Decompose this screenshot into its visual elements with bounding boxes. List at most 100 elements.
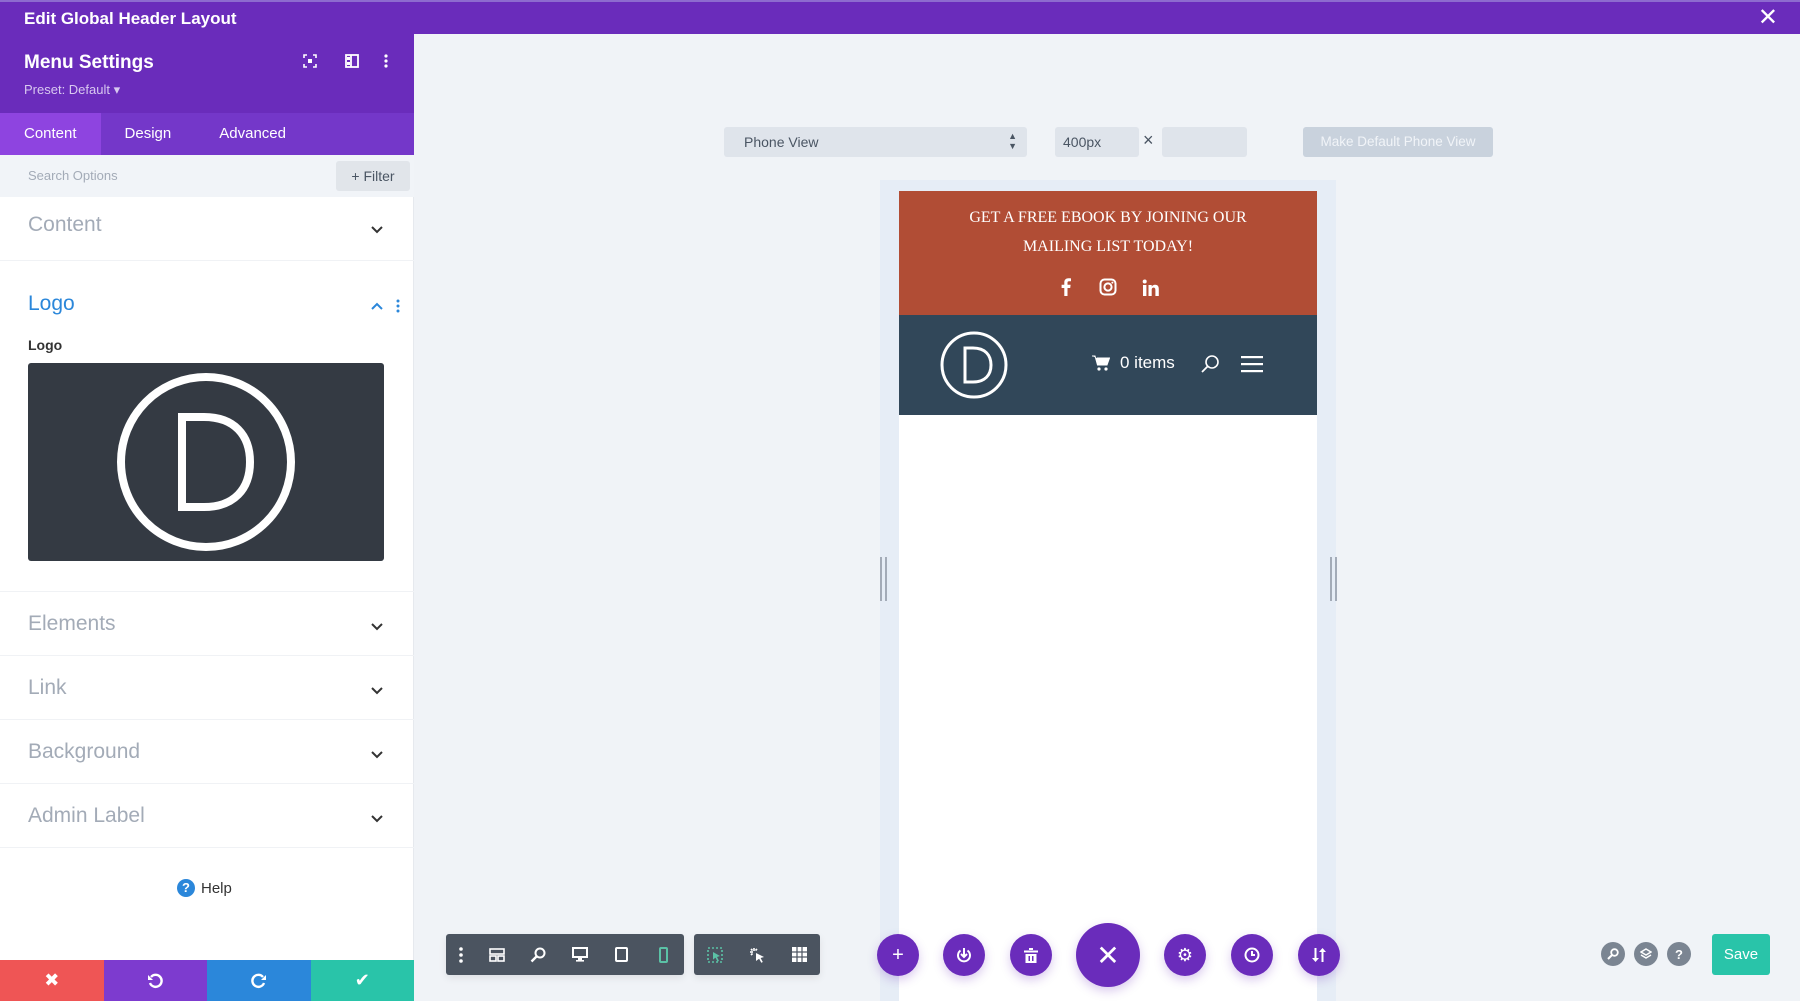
instagram-icon[interactable] [1098,277,1118,297]
chevron-down-icon [371,226,383,234]
facebook-icon[interactable] [1056,277,1076,297]
make-default-view-button[interactable]: Make Default Phone View [1303,127,1493,157]
add-button[interactable]: + [877,934,919,976]
click-mode-button[interactable] [736,934,778,975]
phone-icon [658,946,668,963]
close-icon: ✕ [1096,939,1120,971]
phone-preview: GET A FREE EBOOK BY JOINING OUR MAILING … [899,191,1317,1001]
help-icon: ? [1675,946,1683,962]
tablet-view-button[interactable] [601,934,643,975]
help-label: Help [201,879,232,897]
history-icon [1244,947,1260,963]
viewport-select[interactable]: Phone View ▲ ▼ [724,127,1027,157]
more-vertical-icon [459,946,463,963]
undo-button[interactable] [103,960,207,1001]
more-vertical-icon[interactable] [396,299,400,313]
more-vertical-icon[interactable] [376,54,396,74]
window-titlebar: Edit Global Header Layout ✕ [0,0,1800,34]
layers-icon [1640,948,1652,959]
grid-view-button[interactable] [778,934,820,975]
page-settings-button[interactable]: ⚙ [1164,934,1206,976]
help-button[interactable]: ? [1667,942,1691,966]
sort-button[interactable] [1298,934,1340,976]
portability-icon [957,948,971,963]
search-icon[interactable] [1200,354,1220,374]
preset-dropdown[interactable]: Preset: Default ▾ [24,82,120,98]
sidebar-actions: ✖ ✔ [0,960,414,1001]
history-button[interactable] [1231,934,1273,976]
tab-design[interactable]: Design [101,113,196,155]
window-title: Edit Global Header Layout [24,9,237,28]
select-mode-icon [707,946,723,963]
section-label: Admin Label [28,804,145,827]
cart-icon [1092,355,1110,371]
redo-button[interactable] [207,960,311,1001]
tablet-icon [615,947,629,962]
toolbar-more-button[interactable] [446,934,476,975]
save-button[interactable]: Save [1712,934,1770,975]
desktop-icon [571,947,588,962]
section-label: Content [28,213,102,236]
phone-view-button[interactable] [642,934,684,975]
cart-link[interactable]: 0 items [1092,353,1175,373]
zoom-view-button[interactable] [517,934,559,975]
section-label: Link [28,676,67,699]
exit-builder-button[interactable]: ✕ [1076,923,1140,987]
find-replace-button[interactable] [1601,942,1625,966]
promo-bar: GET A FREE EBOOK BY JOINING OUR MAILING … [899,191,1317,315]
close-icon[interactable]: ✕ [1758,6,1778,30]
resize-handle-right[interactable] [1330,557,1338,601]
section-background[interactable]: Background [0,720,414,784]
section-elements[interactable]: Elements [0,592,414,656]
settings-icon: ⚙ [1176,944,1194,965]
desktop-view-button[interactable] [559,934,601,975]
section-link[interactable]: Link [0,656,414,720]
filter-button[interactable]: + Filter [336,161,410,191]
settings-tabs: Content Design Advanced [0,113,414,155]
site-header: 0 items [899,315,1317,415]
chevron-up-icon[interactable] [370,299,384,313]
tab-content[interactable]: Content [0,113,101,155]
hamburger-menu-icon[interactable] [1241,355,1263,373]
wireframe-icon [488,947,505,962]
delete-button[interactable] [1010,934,1052,976]
portability-button[interactable] [943,934,985,976]
site-logo[interactable] [940,331,1008,399]
redo-icon [251,973,266,988]
section-label: Background [28,740,141,763]
help-link[interactable]: ? Help [177,879,232,897]
resize-handle-left[interactable] [880,557,888,601]
select-mode-button[interactable] [694,934,736,975]
cart-count: 0 items [1120,353,1175,372]
chevron-down-icon [371,623,383,631]
zoom-icon [530,947,546,962]
social-links [899,277,1317,297]
section-label[interactable]: Logo [28,292,75,316]
viewport-width-input[interactable]: 400px [1055,127,1139,157]
undo-icon [148,973,163,988]
wireframe-view-button[interactable] [476,934,518,975]
divi-logo-icon [117,373,295,551]
settings-header: Menu Settings Preset: Default ▾ [0,34,414,113]
focus-icon[interactable] [300,54,320,74]
chevron-down-icon [371,815,383,823]
section-admin-label[interactable]: Admin Label [0,784,414,848]
apply-button[interactable]: ✔ [310,960,414,1001]
layers-button[interactable] [1634,942,1658,966]
grid-icon [791,947,807,962]
linkedin-icon[interactable] [1140,277,1160,297]
click-mode-icon [750,947,764,963]
split-view-icon[interactable] [342,54,362,74]
settings-sidebar: Menu Settings Preset: Default ▾ Content … [0,34,414,1001]
check-icon: ✔ [354,970,370,990]
section-content[interactable]: Content [0,197,414,261]
close-icon: ✖ [44,970,60,990]
logo-field-label: Logo [28,337,63,353]
discard-button[interactable]: ✖ [0,960,104,1001]
viewport-height-input[interactable] [1162,127,1247,157]
trash-icon [1024,947,1038,963]
logo-upload-preview[interactable] [28,363,384,561]
interaction-mode-toolbar [694,934,820,975]
search-options-input[interactable]: Search Options + Filter [0,155,414,197]
tab-advanced[interactable]: Advanced [195,113,310,155]
